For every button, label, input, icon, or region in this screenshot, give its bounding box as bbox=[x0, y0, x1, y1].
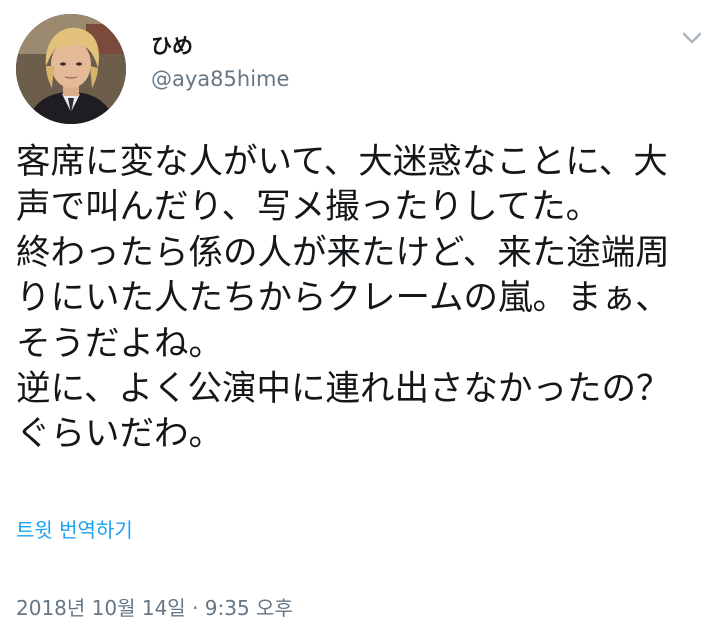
tweet-text-line: 逆に、よく公演中に連れ出さなかったの？ bbox=[16, 368, 671, 409]
tweet-card: ひめ @aya85hime 客席に変な人がいて、大迷惑なことに、大 声で叫んだり… bbox=[0, 0, 720, 643]
tweet-text-line: りにいた人たちからクレームの嵐。まぁ、 bbox=[16, 278, 670, 319]
translate-tweet-link[interactable]: 트윗 번역하기 bbox=[16, 517, 133, 543]
tweet-text: 客席に変な人がいて、大迷惑なことに、大 声で叫んだり、写メ撮ったりしてた。 終わ… bbox=[16, 140, 706, 458]
user-handle[interactable]: @aya85hime bbox=[151, 66, 289, 92]
tweet-text-line: 客席に変な人がいて、大迷惑なことに、大 bbox=[16, 142, 668, 182]
avatar[interactable] bbox=[16, 14, 126, 124]
tweet-text-line: ぐらいだわ。 bbox=[16, 414, 223, 455]
tweet-timestamp[interactable]: 2018년 10월 14일 · 9:35 오후 bbox=[16, 595, 293, 621]
tweet-text-line: 声で叫んだり、写メ撮ったりしてた。 bbox=[16, 187, 601, 228]
avatar-image bbox=[16, 14, 126, 124]
tweet-text-line: そうだよね。 bbox=[16, 323, 223, 364]
display-name[interactable]: ひめ bbox=[151, 33, 193, 59]
tweet-text-line: 終わったら係の人が来たけど、来た途端周 bbox=[16, 232, 670, 273]
chevron-down-icon[interactable] bbox=[678, 24, 706, 52]
